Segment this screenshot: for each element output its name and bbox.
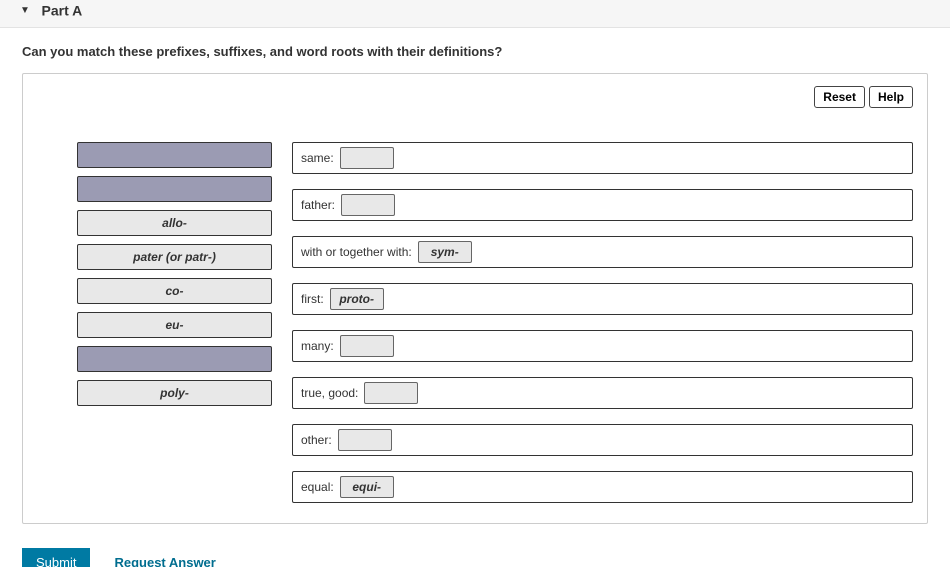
draggable-token[interactable]: allo-	[77, 210, 272, 236]
definition-row: same:	[292, 142, 913, 174]
draggable-token[interactable]: co-	[77, 278, 272, 304]
target-column: same: father: with or together with: sym…	[292, 142, 913, 503]
definition-row: equal: equi-	[292, 471, 913, 503]
work-box: Reset Help allo- pater (or patr-) co- eu…	[22, 73, 928, 524]
drop-slot[interactable]: equi-	[340, 476, 394, 498]
definition-label: first:	[301, 292, 324, 306]
drop-slot[interactable]	[340, 147, 394, 169]
submit-button[interactable]: Submit	[22, 548, 90, 567]
question-text: Can you match these prefixes, suffixes, …	[22, 44, 928, 59]
match-area: allo- pater (or patr-) co- eu- poly- sam…	[37, 142, 913, 503]
definition-row: with or together with: sym-	[292, 236, 913, 268]
drop-slot[interactable]	[338, 429, 392, 451]
definition-label: equal:	[301, 480, 334, 494]
definition-row: first: proto-	[292, 283, 913, 315]
action-bar: Submit Request Answer	[22, 548, 928, 567]
help-button[interactable]: Help	[869, 86, 913, 108]
drop-slot[interactable]	[341, 194, 395, 216]
definition-row: many:	[292, 330, 913, 362]
definition-label: other:	[301, 433, 332, 447]
draggable-token[interactable]	[77, 346, 272, 372]
token-column: allo- pater (or patr-) co- eu- poly-	[77, 142, 272, 406]
draggable-token[interactable]: pater (or patr-)	[77, 244, 272, 270]
toolbar: Reset Help	[814, 86, 913, 108]
definition-row: true, good:	[292, 377, 913, 409]
definition-label: many:	[301, 339, 334, 353]
drop-slot[interactable]	[340, 335, 394, 357]
drop-slot[interactable]: proto-	[330, 288, 384, 310]
draggable-token[interactable]: poly-	[77, 380, 272, 406]
drop-slot[interactable]	[364, 382, 418, 404]
definition-label: father:	[301, 198, 335, 212]
definition-label: with or together with:	[301, 245, 412, 259]
part-title: Part A	[42, 3, 83, 19]
request-answer-link[interactable]: Request Answer	[114, 555, 215, 567]
draggable-token[interactable]: eu-	[77, 312, 272, 338]
collapse-icon[interactable]: ▼	[20, 5, 30, 16]
definition-row: other:	[292, 424, 913, 456]
definition-label: same:	[301, 151, 334, 165]
definition-row: father:	[292, 189, 913, 221]
definition-label: true, good:	[301, 386, 358, 400]
reset-button[interactable]: Reset	[814, 86, 865, 108]
part-header: ▼ Part A	[0, 0, 950, 28]
content-area: Can you match these prefixes, suffixes, …	[0, 28, 950, 567]
drop-slot[interactable]: sym-	[418, 241, 472, 263]
draggable-token[interactable]	[77, 176, 272, 202]
draggable-token[interactable]	[77, 142, 272, 168]
